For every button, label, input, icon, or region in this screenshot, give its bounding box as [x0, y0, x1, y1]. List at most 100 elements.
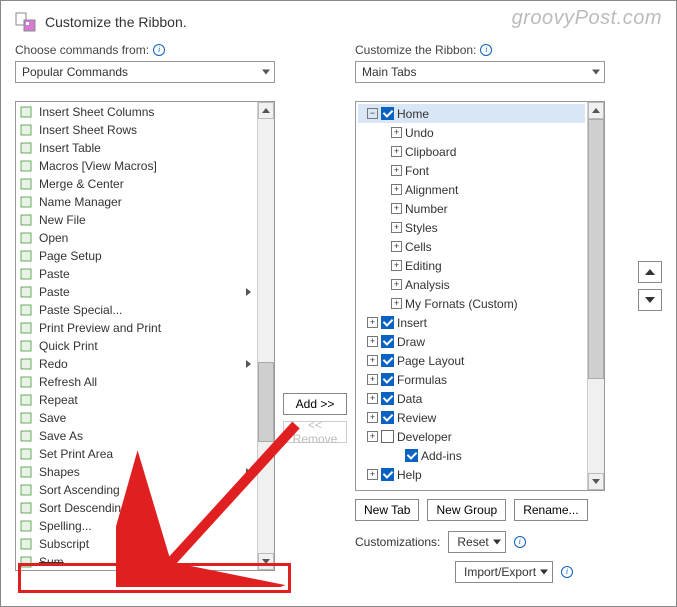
expand-icon[interactable]: + [367, 317, 378, 328]
command-item[interactable]: Subscript [16, 535, 257, 553]
expand-icon[interactable]: + [367, 393, 378, 404]
tree-row[interactable]: +Editing [358, 256, 585, 275]
checkbox[interactable] [381, 430, 394, 443]
scroll-up-button[interactable] [588, 102, 604, 119]
command-item[interactable]: Spelling... [16, 517, 257, 535]
expand-icon[interactable]: + [367, 336, 378, 347]
tree-row[interactable]: +Clipboard [358, 142, 585, 161]
command-item[interactable]: Paste [16, 265, 257, 283]
expand-icon[interactable]: + [367, 469, 378, 480]
scroll-up-button[interactable] [258, 102, 274, 119]
tree-row[interactable]: +Page Layout [358, 351, 585, 370]
command-item[interactable]: Insert Sheet Columns [16, 103, 257, 121]
tree-row[interactable]: +Formulas [358, 370, 585, 389]
expand-icon[interactable]: + [367, 431, 378, 442]
ribbon-tabs-combo[interactable]: Main Tabs [355, 61, 605, 83]
rename-button[interactable]: Rename... [514, 499, 587, 521]
command-item[interactable]: Set Print Area [16, 445, 257, 463]
command-item[interactable]: Paste Special... [16, 301, 257, 319]
expand-icon[interactable]: + [391, 146, 402, 157]
info-icon[interactable]: i [561, 566, 573, 578]
expand-icon[interactable]: + [391, 241, 402, 252]
choose-commands-label: Choose commands from: [15, 43, 149, 57]
command-item[interactable]: Repeat [16, 391, 257, 409]
info-icon[interactable]: i [514, 536, 526, 548]
command-item[interactable]: Quick Print [16, 337, 257, 355]
tree-row[interactable]: +Insert [358, 313, 585, 332]
checkbox[interactable] [405, 449, 418, 462]
expand-icon[interactable]: + [391, 203, 402, 214]
command-item[interactable]: Paste [16, 283, 257, 301]
command-item[interactable]: Open [16, 229, 257, 247]
new-tab-button[interactable]: New Tab [355, 499, 419, 521]
checkbox[interactable] [381, 468, 394, 481]
move-down-button[interactable] [638, 289, 662, 311]
expand-icon[interactable]: + [391, 165, 402, 176]
command-item[interactable]: Page Setup [16, 247, 257, 265]
checkbox[interactable] [381, 107, 394, 120]
info-icon[interactable]: i [480, 44, 492, 56]
tree-row[interactable]: Add-ins [358, 446, 585, 465]
expand-icon[interactable]: + [391, 279, 402, 290]
scroll-down-button[interactable] [588, 473, 604, 490]
choose-commands-combo[interactable]: Popular Commands [15, 61, 275, 83]
expand-icon[interactable]: + [391, 127, 402, 138]
command-item[interactable]: Insert Table [16, 139, 257, 157]
checkbox[interactable] [381, 335, 394, 348]
checkbox[interactable] [381, 392, 394, 405]
commands-listbox[interactable]: Insert Sheet ColumnsInsert Sheet RowsIns… [15, 101, 275, 571]
tree-row[interactable]: +Number [358, 199, 585, 218]
tree-row[interactable]: +Review [358, 408, 585, 427]
expand-icon[interactable]: + [391, 298, 402, 309]
reset-dropdown[interactable]: Reset [448, 531, 505, 553]
command-item[interactable]: Redo [16, 355, 257, 373]
command-item[interactable]: Insert Sheet Rows [16, 121, 257, 139]
tree-row[interactable]: +My Fornats (Custom) [358, 294, 585, 313]
tree-row[interactable]: +Styles [358, 218, 585, 237]
expand-icon[interactable]: + [391, 222, 402, 233]
command-item[interactable]: New File [16, 211, 257, 229]
command-item[interactable]: Merge & Center [16, 175, 257, 193]
command-item[interactable]: Sort Descending [16, 499, 257, 517]
command-item[interactable]: Name Manager [16, 193, 257, 211]
scroll-thumb[interactable] [588, 119, 604, 379]
tree-row[interactable]: +Developer [358, 427, 585, 446]
command-item[interactable]: Save As [16, 427, 257, 445]
tree-row[interactable]: +Draw [358, 332, 585, 351]
tree-row[interactable]: +Help [358, 465, 585, 484]
tree-row[interactable]: −Home [358, 104, 585, 123]
info-icon[interactable]: i [153, 44, 165, 56]
tree-row[interactable]: +Font [358, 161, 585, 180]
new-group-button[interactable]: New Group [427, 499, 506, 521]
expand-icon[interactable]: + [391, 184, 402, 195]
tree-row[interactable]: +Cells [358, 237, 585, 256]
checkbox[interactable] [381, 316, 394, 329]
ribbon-tree[interactable]: −Home+Undo+Clipboard+Font+Alignment+Numb… [355, 101, 605, 491]
tree-row[interactable]: +Analysis [358, 275, 585, 294]
command-item[interactable]: Sum [16, 553, 257, 571]
collapse-icon[interactable]: − [367, 108, 378, 119]
tree-row[interactable]: +Alignment [358, 180, 585, 199]
import-export-dropdown[interactable]: Import/Export [455, 561, 553, 583]
checkbox[interactable] [381, 411, 394, 424]
move-up-button[interactable] [638, 261, 662, 283]
scroll-thumb[interactable] [258, 362, 274, 442]
add-button[interactable]: Add >> [283, 393, 347, 415]
expand-icon[interactable]: + [391, 260, 402, 271]
tree-row[interactable]: +Data [358, 389, 585, 408]
tree-scrollbar[interactable] [587, 102, 604, 490]
command-item[interactable]: Sort Ascending [16, 481, 257, 499]
tree-row[interactable]: +Undo [358, 123, 585, 142]
expand-icon[interactable]: + [367, 412, 378, 423]
command-item[interactable]: Shapes [16, 463, 257, 481]
checkbox[interactable] [381, 373, 394, 386]
expand-icon[interactable]: + [367, 374, 378, 385]
command-item[interactable]: Print Preview and Print [16, 319, 257, 337]
commands-scrollbar[interactable] [257, 102, 274, 570]
command-item[interactable]: Save [16, 409, 257, 427]
command-item[interactable]: Refresh All [16, 373, 257, 391]
expand-icon[interactable]: + [367, 355, 378, 366]
command-item[interactable]: Macros [View Macros] [16, 157, 257, 175]
scroll-down-button[interactable] [258, 553, 274, 570]
checkbox[interactable] [381, 354, 394, 367]
